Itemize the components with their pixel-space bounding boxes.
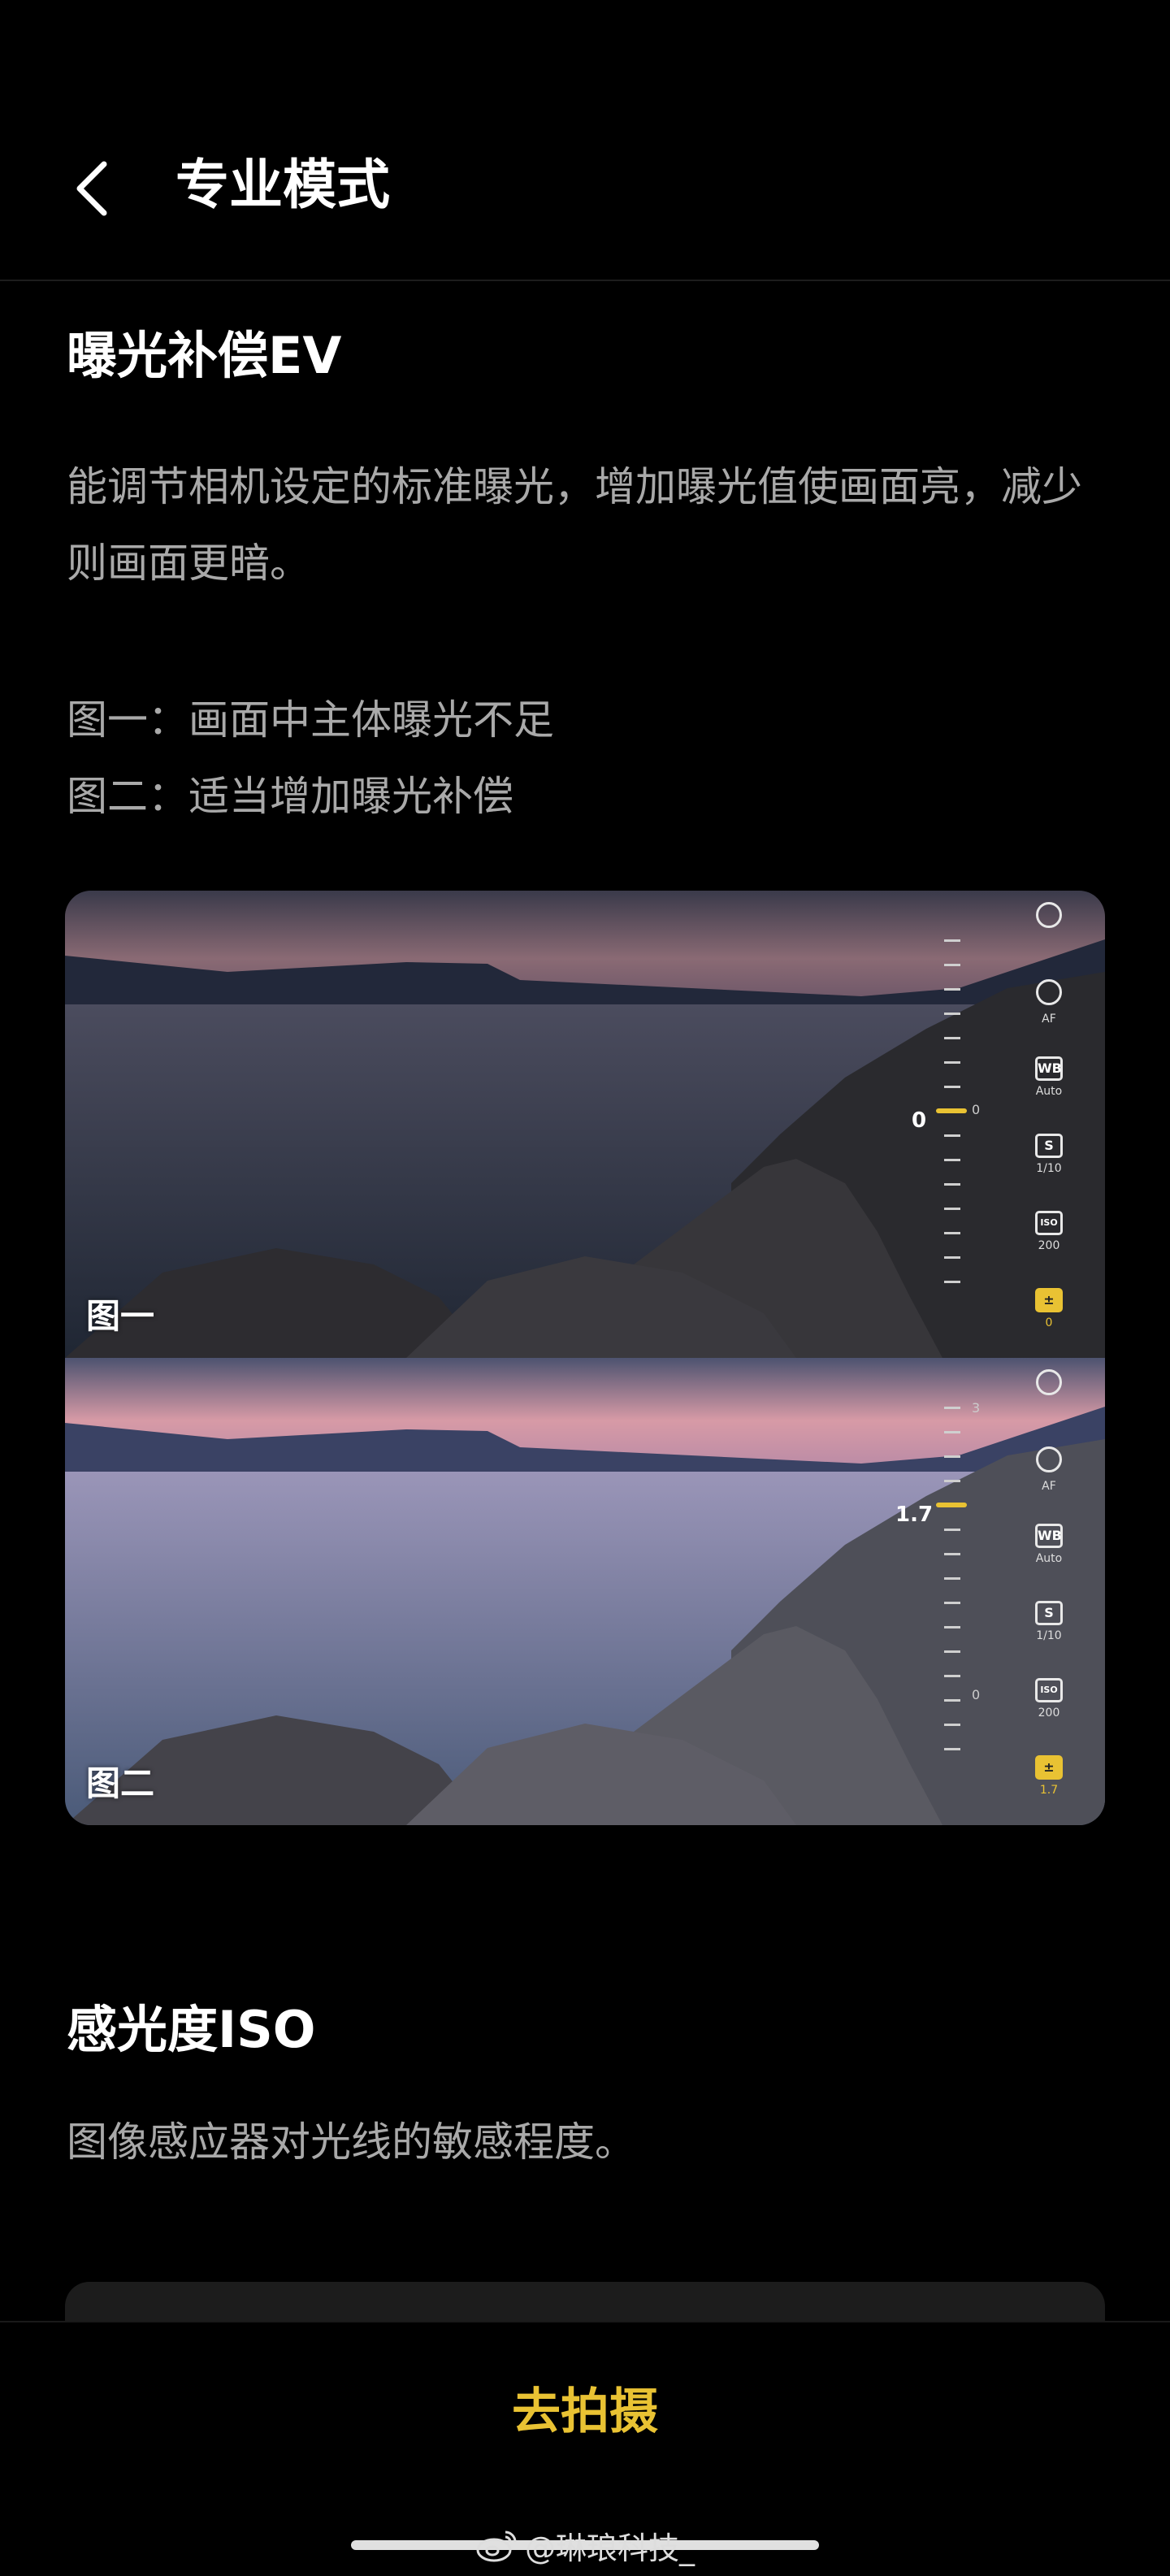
section-title-exposure: 曝光补偿EV: [67, 326, 342, 385]
control-value: 200: [1038, 1706, 1060, 1720]
example-photo-1: 0 0 AF WB Auto S 1/10 ISO 200 ±0 图一: [65, 891, 1105, 1358]
ev-indicator: [936, 1503, 967, 1507]
scale-label: 0: [972, 1102, 981, 1117]
iso-icon: ISO: [1035, 1211, 1063, 1235]
ev-scale-1[interactable]: 0: [936, 939, 993, 1321]
control-wb[interactable]: WB Auto: [1020, 1524, 1077, 1589]
content-scroll[interactable]: 曝光补偿EV 能调节相机设定的标准曝光，增加曝光值使画面亮，减少则画面更暗。 图…: [0, 281, 1170, 2321]
ev-indicator: [936, 1108, 967, 1113]
section-title-iso: 感光度ISO: [67, 2000, 316, 2059]
example-photo-2: 3 0 1.7 AF WB Auto S 1/10 ISO 200 ±1.7 图二: [65, 1358, 1105, 1825]
control-iso[interactable]: ISO 200: [1020, 1211, 1077, 1276]
control-focus[interactable]: AF: [1020, 1446, 1077, 1511]
control-value: 1/10: [1036, 1162, 1062, 1175]
watermark: @琳琅科技_: [476, 2522, 695, 2568]
control-value: AF: [1042, 1013, 1056, 1026]
control-value: 200: [1038, 1239, 1060, 1252]
metering-icon: [1036, 902, 1062, 928]
metering-icon: [1036, 1369, 1062, 1395]
scale-top-label: 3: [972, 1400, 981, 1416]
ev-readout: 0: [912, 1108, 927, 1133]
page-title: 专业模式: [176, 154, 390, 216]
scale-label: 0: [972, 1687, 981, 1702]
wb-icon: WB: [1035, 1524, 1063, 1548]
shutter-icon: S: [1035, 1601, 1063, 1625]
exposure-description: 能调节相机设定的标准曝光，增加曝光值使画面亮，减少则画面更暗。: [67, 463, 1082, 587]
exposure-caption-1: 图一：画面中主体曝光不足: [67, 696, 554, 744]
go-shoot-button[interactable]: 去拍摄: [422, 2371, 748, 2452]
control-metering[interactable]: [1020, 902, 1077, 967]
control-ev[interactable]: ±0: [1020, 1288, 1077, 1353]
focus-icon: [1036, 1446, 1062, 1472]
exposure-caption-2: 图二：适当增加曝光补偿: [67, 773, 514, 820]
control-focus[interactable]: AF: [1020, 979, 1077, 1044]
example-photos: 0 0 AF WB Auto S 1/10 ISO 200 ±0 图一 3 0 …: [65, 891, 1105, 1825]
control-value: 1/10: [1036, 1629, 1062, 1642]
control-iso[interactable]: ISO 200: [1020, 1678, 1077, 1743]
ev-icon: ±: [1035, 1755, 1063, 1780]
wb-icon: WB: [1035, 1056, 1063, 1081]
control-metering[interactable]: [1020, 1369, 1077, 1434]
chevron-left-icon: [76, 161, 107, 216]
weibo-icon: [476, 2530, 517, 2562]
photo-label: 图二: [86, 1763, 155, 1803]
control-value: 1.7: [1039, 1784, 1059, 1797]
iso-description: 图像感应器对光线的敏感程度。: [67, 2118, 635, 2166]
ev-icon: ±: [1035, 1288, 1063, 1312]
iso-example-card: [65, 2282, 1105, 2321]
control-wb[interactable]: WB Auto: [1020, 1056, 1077, 1121]
watermark-text: @琳琅科技_: [525, 2530, 696, 2566]
control-value: Auto: [1035, 1552, 1063, 1565]
control-shutter[interactable]: S 1/10: [1020, 1134, 1077, 1199]
ev-readout: 1.7: [895, 1503, 934, 1527]
bottom-bar: 去拍摄 @琳琅科技_: [0, 2321, 1170, 2576]
ev-scale-2[interactable]: 3 0: [936, 1400, 993, 1789]
back-button[interactable]: [68, 156, 117, 221]
control-shutter[interactable]: S 1/10: [1020, 1601, 1077, 1666]
control-value: Auto: [1035, 1085, 1063, 1098]
focus-icon: [1036, 979, 1062, 1005]
control-value: 0: [1045, 1316, 1053, 1329]
control-value: AF: [1042, 1480, 1056, 1493]
shutter-icon: S: [1035, 1134, 1063, 1158]
control-ev[interactable]: ±1.7: [1020, 1755, 1077, 1820]
header: 专业模式: [0, 0, 1170, 280]
photo-label: 图一: [86, 1296, 155, 1336]
iso-icon: ISO: [1035, 1678, 1063, 1702]
